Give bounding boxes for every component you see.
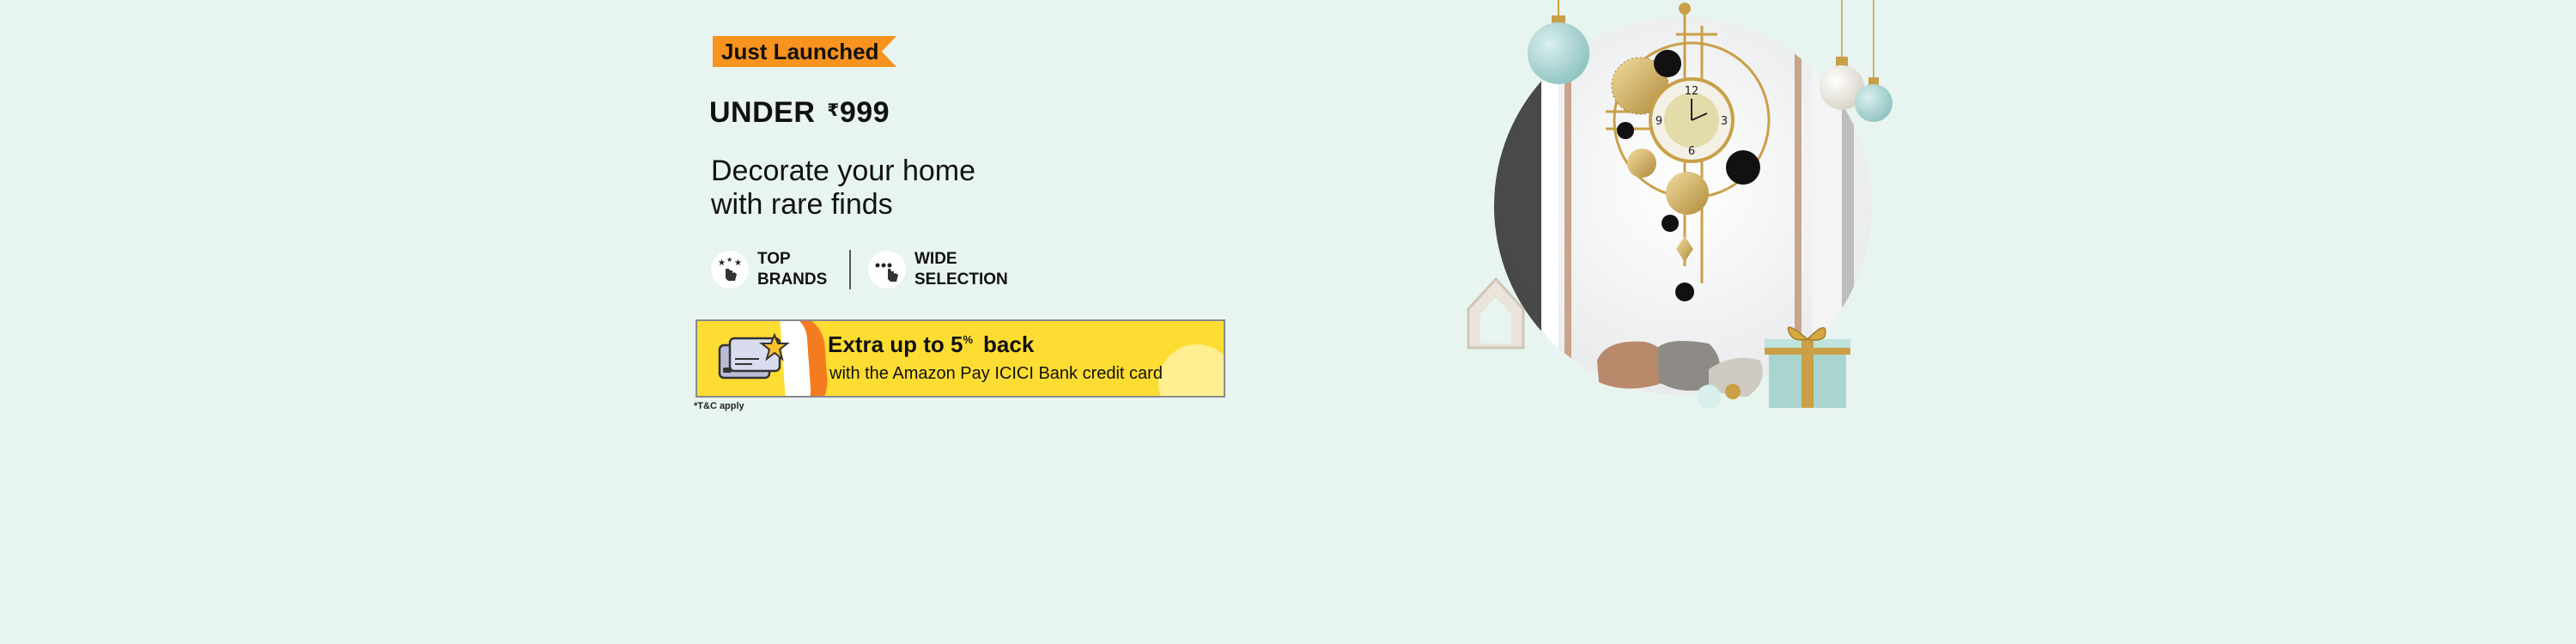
feature-label-line1: WIDE	[914, 250, 957, 268]
price-line: UNDER ₹ 999	[709, 96, 890, 130]
offer-main-suffix: back	[983, 331, 1035, 357]
decor-illustration: 12 3 6 9	[1451, 0, 1915, 429]
currency-symbol: ₹	[827, 101, 840, 120]
hanging-ornament-left	[1528, 0, 1589, 84]
feature-list: ★ ★ ★ TOP BRANDS WIDE SELECTION	[711, 249, 1018, 290]
terms-note[interactable]: *T&C apply	[694, 401, 744, 411]
just-launched-tag: Just Launched	[713, 36, 896, 67]
bank-offer-strip[interactable]: Extra up to 5% back with the Amazon Pay I…	[696, 319, 1225, 398]
gift-box	[1765, 326, 1850, 408]
feature-label: WIDE SELECTION	[914, 249, 1018, 290]
offer-glow-decoration	[1158, 344, 1224, 396]
credit-card-star-icon	[718, 332, 790, 389]
offer-subtext: with the Amazon Pay ICICI Bank credit ca…	[829, 364, 1163, 383]
pointer-hand-icon	[868, 251, 906, 289]
feature-label-line1: TOP	[757, 250, 791, 268]
price-value: 999	[839, 96, 890, 129]
feature-wide-selection: WIDE SELECTION	[868, 249, 1018, 290]
svg-text:★: ★	[718, 258, 726, 268]
sparkle-hand-icon: ★ ★ ★	[711, 251, 749, 289]
promo-banner[interactable]: Just Launched UNDER ₹ 999 Decorate your …	[0, 0, 2576, 644]
offer-percent-sup: %	[963, 333, 974, 347]
feature-top-brands: ★ ★ ★ TOP BRANDS	[711, 249, 839, 290]
clock-numeral-12: 12	[1685, 85, 1699, 98]
feature-label: TOP BRANDS	[757, 249, 839, 290]
headline-line-2: with rare finds	[711, 188, 893, 221]
feature-label-line2: BRANDS	[757, 270, 828, 289]
headline-line-1: Decorate your home	[711, 155, 976, 187]
svg-text:★: ★	[734, 258, 742, 268]
hanging-ornament-right	[1820, 0, 1893, 122]
feature-divider	[849, 250, 851, 289]
headline: Decorate your home with rare finds	[711, 155, 1072, 222]
price-prefix: UNDER	[709, 96, 816, 129]
offer-headline: Extra up to 5% back	[828, 331, 1034, 358]
feature-label-line2: SELECTION	[914, 270, 1008, 289]
clock-numeral-9: 9	[1656, 115, 1662, 128]
clock-numeral-3: 3	[1721, 115, 1728, 128]
svg-text:★: ★	[726, 256, 732, 264]
clock-numeral-6: 6	[1688, 145, 1695, 158]
offer-main-text: Extra up to 5	[828, 331, 963, 357]
